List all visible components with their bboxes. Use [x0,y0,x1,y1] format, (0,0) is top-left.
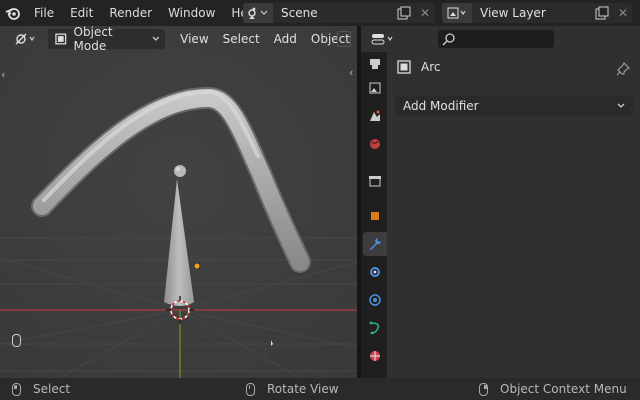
mouse-left-icon [12,382,21,396]
menu-window[interactable]: Window [160,0,223,26]
collection-tab[interactable] [363,169,387,193]
object-name-row: Arc [397,60,440,74]
properties-tab-bar [361,52,387,378]
object-mode-icon [55,33,67,45]
output-icon [370,110,380,121]
blender-logo-icon[interactable] [0,0,26,26]
world-icon [370,139,380,149]
scene-icon[interactable] [243,3,273,23]
status-select: Select [12,378,70,400]
editor-type-icon [15,33,35,45]
collection-icon [369,176,381,187]
add-modifier-button[interactable]: Add Modifier [395,96,633,116]
pin-icon[interactable] [616,62,630,79]
collapse-right-arrow-icon[interactable]: ‹ [349,66,353,79]
mode-selector[interactable]: Object Mode [48,26,166,53]
search-icon [442,33,455,46]
properties-editor-type-icon[interactable] [371,32,397,46]
physics-icon [369,294,381,306]
status-rotate-label: Rotate View [267,382,339,396]
new-scene-icon[interactable] [392,3,416,23]
modifier-tab[interactable] [363,232,387,256]
viewport-menu-add[interactable]: Add [267,32,304,46]
object-tab[interactable] [363,204,387,228]
viewport-menu-view[interactable]: View [173,32,215,46]
status-bar: Select Rotate View Object Context Menu [0,378,640,400]
viewport-header: Object Mode View Select Add Object [0,26,357,53]
mode-label: Object Mode [73,26,113,53]
render-tab[interactable] [363,76,387,100]
editor-type-selector[interactable] [10,29,42,49]
material-icon [370,351,380,361]
properties-panel: Arc Add Modifier [387,52,640,378]
viewport-canvas[interactable] [0,26,357,378]
physics-tab[interactable] [363,288,387,312]
remove-view-layer-icon[interactable]: ✕ [616,3,630,23]
particles-icon [370,267,380,277]
output-tab[interactable] [363,104,387,128]
object-name: Arc [421,60,441,74]
tool-tab[interactable] [363,52,387,76]
status-context: Object Context Menu [479,378,627,400]
view-layer-icon[interactable] [442,3,472,23]
scene-name[interactable]: Scene [273,6,318,20]
particles-tab[interactable] [363,260,387,284]
viewport-tool-icon[interactable] [337,31,351,47]
3d-viewport[interactable]: Object Mode View Select Add Object ‹ ‹ [0,26,357,378]
menu-edit[interactable]: Edit [62,0,101,26]
mouse-middle-icon [246,382,255,396]
wrench-icon [370,238,382,250]
menu-file[interactable]: File [26,0,62,26]
data-tab[interactable] [363,344,387,368]
tool-icon [370,59,380,69]
chevron-down-icon [617,103,625,108]
properties-search-input[interactable] [438,30,554,48]
status-context-label: Object Context Menu [500,382,627,396]
status-rotate: Rotate View [246,378,339,400]
object-origin-dot [193,262,201,270]
constraints-tab[interactable] [363,316,387,340]
chevron-down-icon [152,36,159,41]
new-view-layer-icon[interactable] [590,3,614,23]
view-layer-name[interactable]: View Layer [472,6,546,20]
object-data-icon [397,60,411,74]
menu-render[interactable]: Render [101,0,160,26]
add-modifier-label: Add Modifier [403,99,479,113]
status-select-label: Select [33,382,71,396]
collapse-left-arrow-icon[interactable]: ‹ [1,68,5,81]
gizmo-mouse-icon[interactable] [12,334,21,347]
constraints-icon [369,321,380,335]
object-icon [371,212,379,220]
world-tab[interactable] [363,132,387,156]
viewport-menu-select[interactable]: Select [216,32,267,46]
remove-scene-icon[interactable]: ✕ [418,3,432,23]
light-bulb[interactable] [174,165,186,177]
render-icon [369,82,381,94]
mouse-right-icon [479,382,488,396]
